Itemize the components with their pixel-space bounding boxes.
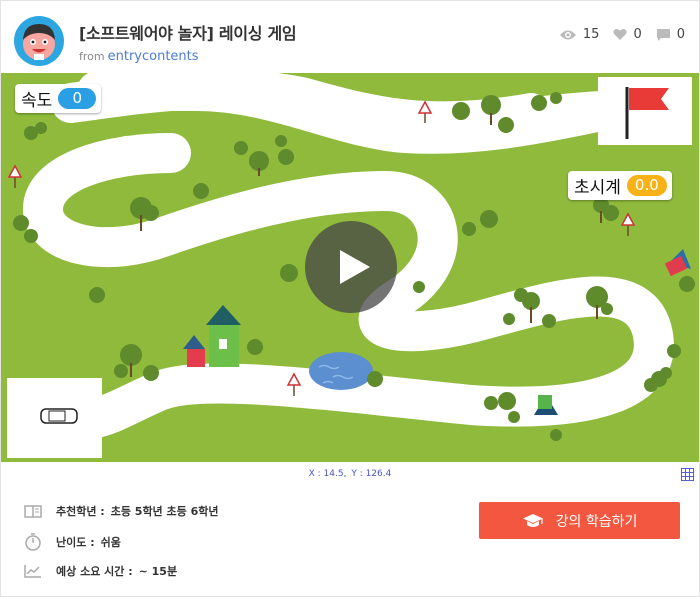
heart-icon [613,28,627,40]
graduation-cap-icon [522,513,543,527]
likes-stat[interactable]: 0 [613,27,642,42]
x-coordinate: X : 14.5, [308,469,347,479]
comment-icon [656,28,670,41]
project-card: [소프트웨어야 놀자] 레이싱 게임 from entrycontents 15 … [0,0,700,597]
comments-stat[interactable]: 0 [656,27,685,42]
grade-label: 추천학년 : [56,505,105,518]
project-info: 추천학년 : 초등 5학년 초등 6학년 난이도 : 쉬움 예상 소요 시간 :… [1,487,699,597]
author-line: from entrycontents [79,49,199,64]
start-lesson-button[interactable]: 강의 학습하기 [479,502,680,539]
from-label: from [79,50,105,63]
recommended-grade: 추천학년 : 초등 5학년 초등 6학년 [24,503,218,519]
time-label: 예상 소요 시간 : [56,565,133,578]
play-icon [340,250,370,284]
grid-icon[interactable] [681,468,694,481]
grade-value: 초등 5학년 초등 6학년 [110,505,219,518]
timer-indicator: 초시계 0.0 [568,171,672,200]
author-link[interactable]: entrycontents [108,49,199,64]
speed-indicator: 속도 0 [15,84,102,113]
difficulty: 난이도 : 쉬움 [24,533,121,551]
game-stage[interactable]: 속도 0 초시계 0.0 [1,73,699,462]
book-icon [24,504,42,518]
start-lesson-label: 강의 학습하기 [555,513,638,530]
coordinate-bar: X : 14.5, Y : 126.4 [1,462,699,486]
time-value: ~ 15분 [138,565,178,578]
project-title: [소프트웨어야 놀자] 레이싱 게임 [79,24,297,43]
difficulty-label: 난이도 : [56,536,95,549]
project-header: [소프트웨어야 놀자] 레이싱 게임 from entrycontents 15 … [1,1,699,73]
timer-value: 0.0 [626,175,667,196]
eye-icon [559,30,576,39]
likes-count: 0 [633,27,642,42]
y-coordinate: Y : 126.4 [351,469,392,479]
views-count: 15 [582,27,600,42]
comments-count: 0 [676,27,685,42]
mouse-coordinates: X : 14.5, Y : 126.4 [1,469,699,479]
timer-label: 초시계 [574,178,621,198]
difficulty-value: 쉬움 [100,536,121,549]
clock-icon [25,533,41,551]
speed-label: 속도 [21,91,53,111]
speed-value: 0 [58,88,97,109]
project-stats: 15 0 0 [545,27,685,42]
play-button[interactable] [305,221,397,313]
chart-icon [24,565,41,578]
views-stat: 15 [559,27,600,42]
author-avatar[interactable] [14,16,64,66]
estimated-time: 예상 소요 시간 : ~ 15분 [24,563,177,579]
